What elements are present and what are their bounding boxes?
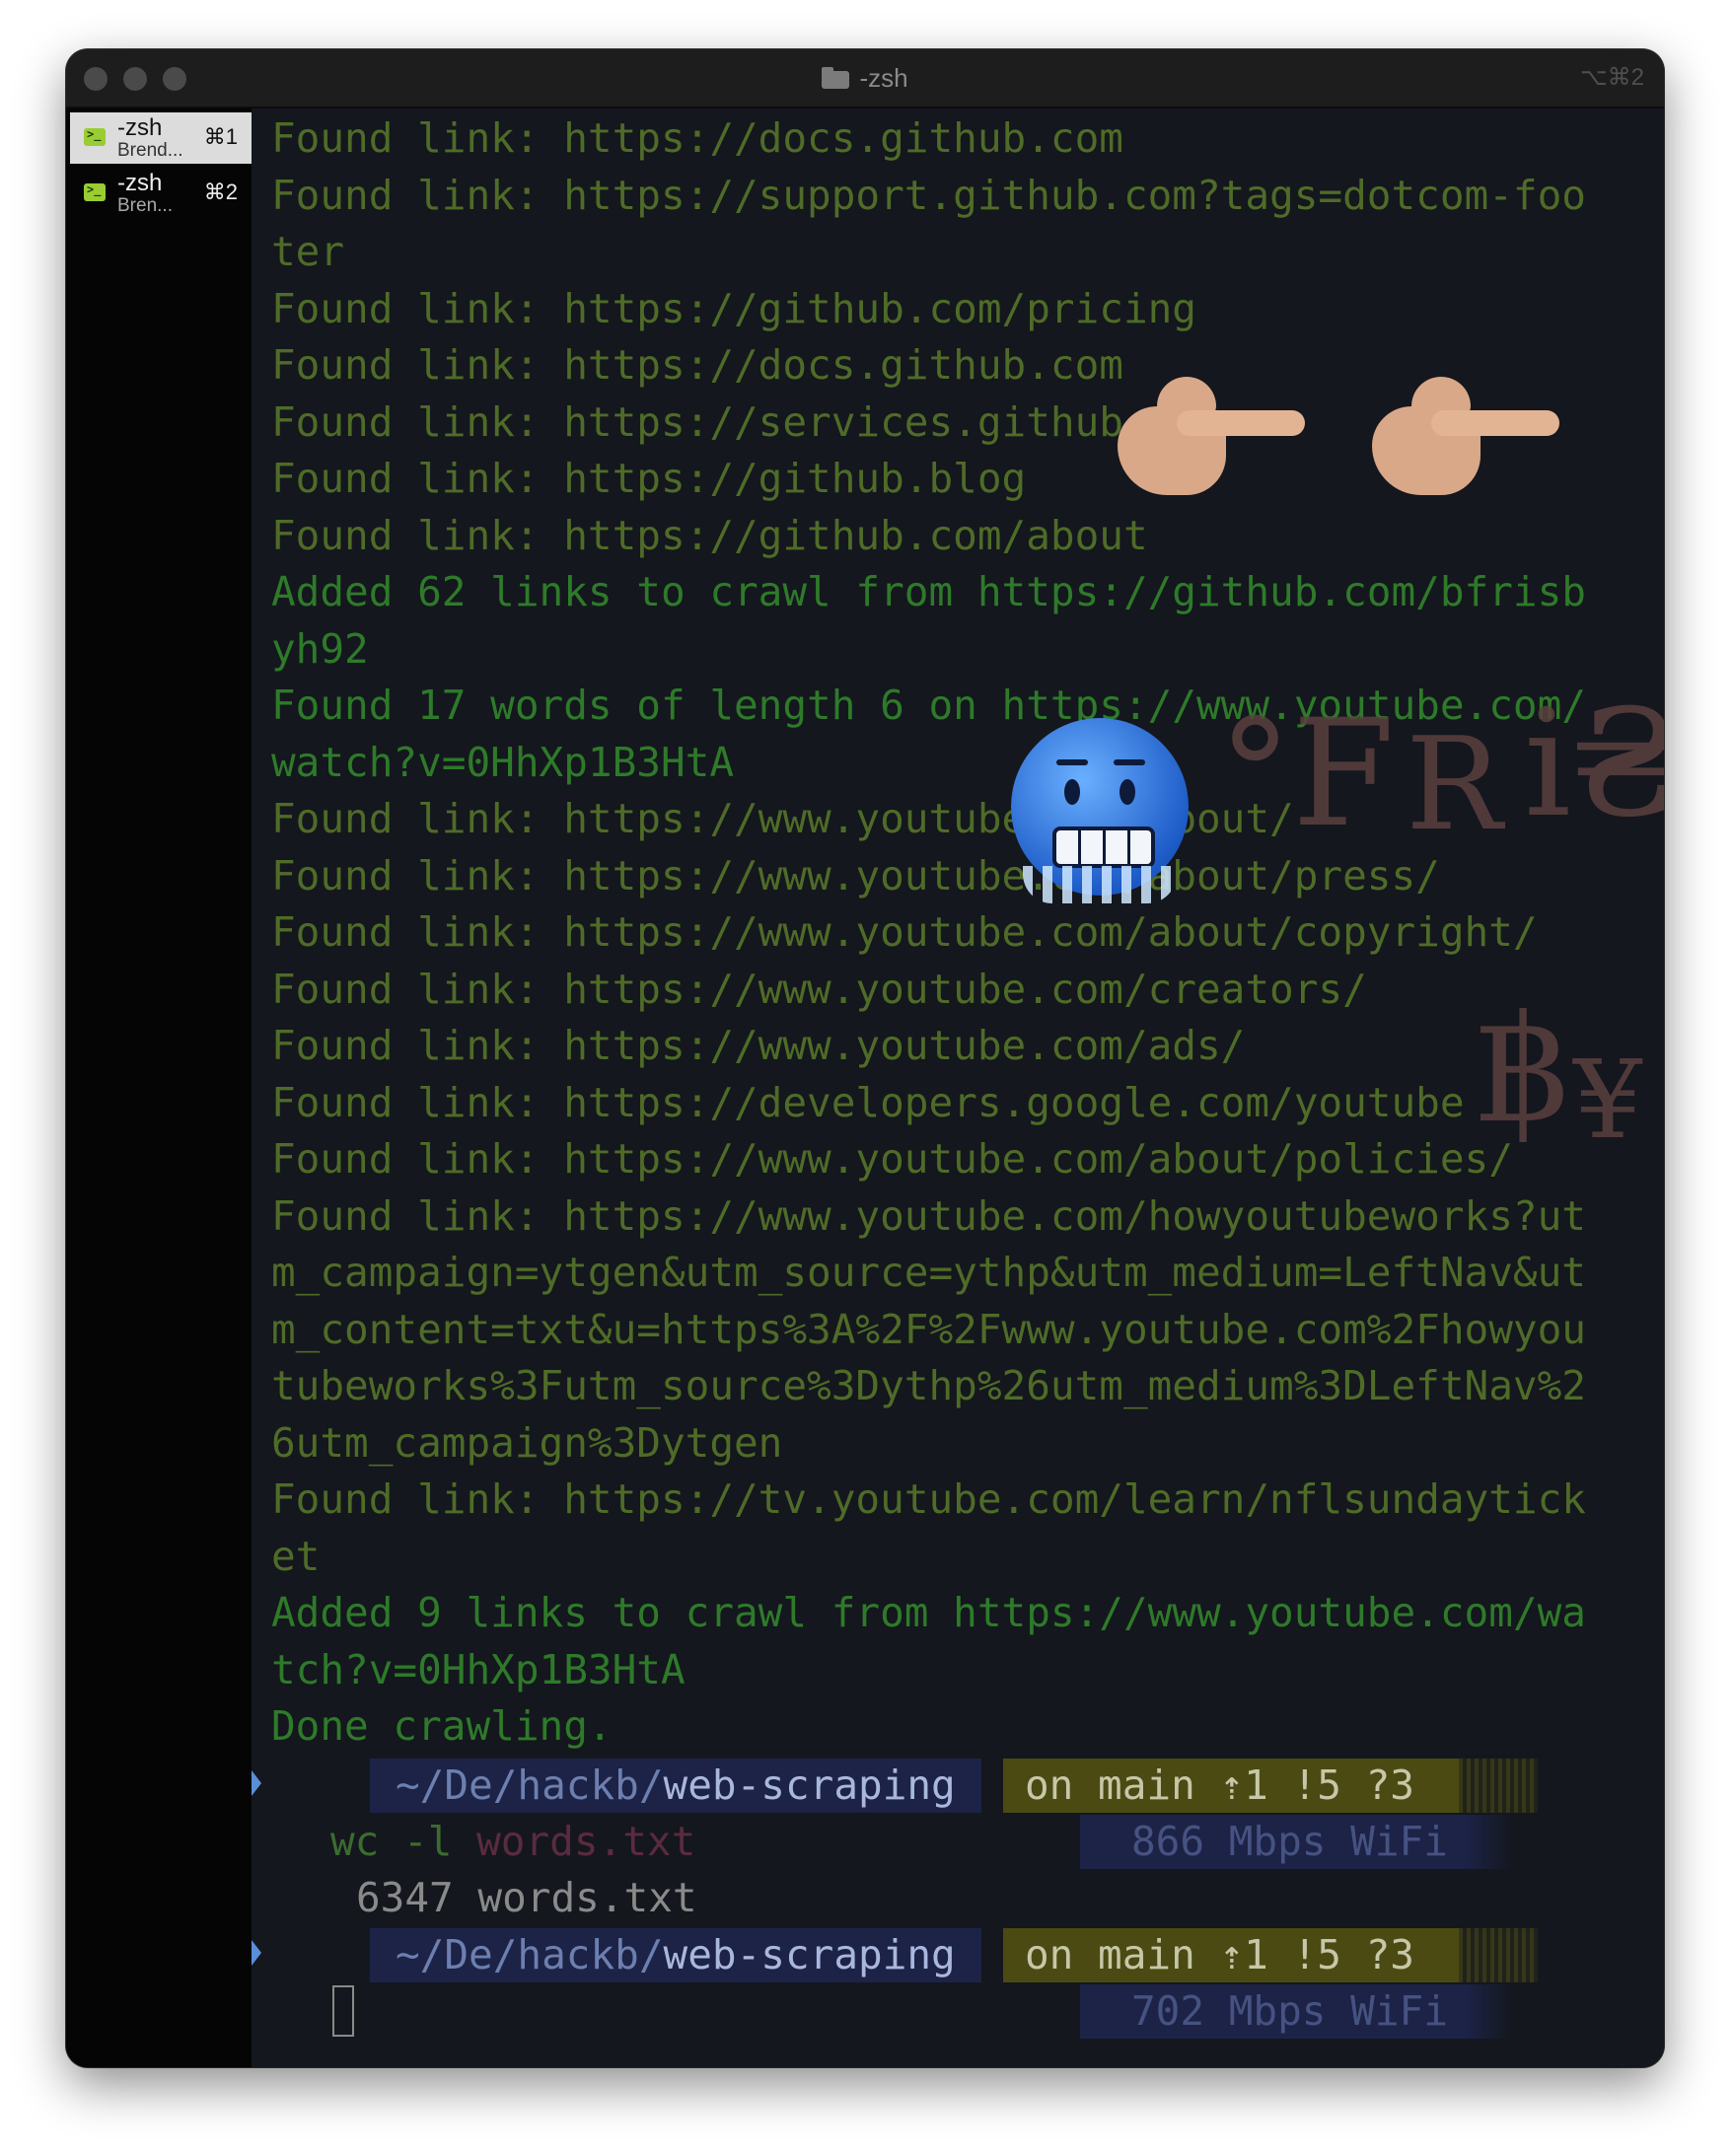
tab-1[interactable]: -zsh Brend... ⌘1 <box>70 112 252 164</box>
terminal-output: Found link: https://docs.github.com Found… <box>271 110 1664 1756</box>
tab-subtitle: Bren... <box>117 195 173 216</box>
terminal-line: Found link: https://www.youtube.com/howy… <box>271 1191 1586 1240</box>
terminal-line: tch?v=0HhXp1B3HtA <box>271 1645 686 1693</box>
prompt-path: ~/De/hackb/web-scraping <box>370 1759 981 1813</box>
terminal-line: m_campaign=ytgen&utm_source=ythp&utm_med… <box>271 1249 1586 1296</box>
tab-shortcut: ⌘2 <box>203 180 238 204</box>
folder-icon <box>822 67 850 89</box>
prompt-segment-fade <box>1459 1759 1538 1813</box>
prompt-segment-fade <box>1465 1984 1514 2039</box>
terminal-line: Found link: https://github.com/about <box>271 511 1148 559</box>
terminal-line: Found link: https://www.youtube.com/abou… <box>271 908 1538 956</box>
tab-name: -zsh <box>117 170 163 196</box>
terminal-line: Found link: https://support.github.com?t… <box>271 171 1586 219</box>
window-title: -zsh <box>66 49 1664 107</box>
prompt-git-status: on main ⇡1 !5 ?3 <box>1003 1759 1459 1813</box>
tab-2[interactable]: -zsh Bren... ⌘2 <box>70 168 252 219</box>
terminal-line: Found link: https://github.blog <box>271 455 1027 502</box>
terminal-line: tubeworks%3Futm_source%3Dythp%26utm_medi… <box>271 1362 1586 1409</box>
terminal-line: et <box>271 1532 321 1580</box>
tab-sidebar: -zsh Brend... ⌘1 -zsh Bren... ⌘2 <box>66 108 252 2067</box>
terminal-icon <box>84 127 106 146</box>
tab-subtitle: Brend... <box>117 140 183 161</box>
terminal-line: 6utm_campaign%3Dytgen <box>271 1418 783 1467</box>
terminal-line: Found link: https://www.youtube.com/abou… <box>271 1135 1513 1183</box>
terminal-line: Found link: https://developers.google.co… <box>271 1078 1465 1126</box>
window-title-text: -zsh <box>859 62 908 93</box>
prompt-git-status: on main ⇡1 !5 ?3 <box>1003 1928 1459 1982</box>
prompt-segment-fade <box>1465 1815 1514 1869</box>
tab-name: -zsh <box>117 114 163 141</box>
terminal-line: Added 9 links to crawl from https://www.… <box>271 1589 1586 1636</box>
terminal-line: yh92 <box>271 624 369 673</box>
command-line: wc -l words.txt 866 Mbps WiFi <box>252 1815 1664 1869</box>
text-cursor <box>332 1985 354 2037</box>
terminal-line: Done crawling. <box>271 1702 613 1750</box>
prompt-line: ~/De/hackb/web-scraping on main ⇡1 !5 ?3 <box>252 1759 1664 1813</box>
network-status: 702 Mbps WiFi <box>1080 1984 1465 2039</box>
terminal-line: Found 17 words of length 6 on https://ww… <box>271 682 1586 729</box>
command-text: wc -l words.txt <box>330 1818 696 1865</box>
terminal-line: Found link: https://github.com/pricing <box>271 284 1196 332</box>
prompt-segment-fade <box>1459 1928 1538 1982</box>
command-output: 6347 words.txt <box>356 1874 697 1921</box>
tab-shortcut: ⌘1 <box>203 124 238 149</box>
terminal-line: Found link: https://tv.youtube.com/learn… <box>271 1475 1586 1523</box>
prompt-path: ~/De/hackb/web-scraping <box>370 1928 981 1982</box>
prompt-arrow-icon <box>252 1940 261 1966</box>
terminal-icon <box>84 182 106 201</box>
terminal-line: Found link: https://www.youtube.com/crea… <box>271 965 1367 1013</box>
network-status: 866 Mbps WiFi <box>1080 1815 1465 1869</box>
terminal-line: watch?v=0HhXp1B3HtA <box>271 738 734 786</box>
terminal-line: Found link: https://www.youtube.com/abou… <box>271 795 1294 842</box>
window-shortcut: ⌥⌘2 <box>1579 64 1644 91</box>
terminal-line: ter <box>271 228 345 275</box>
command-line[interactable]: 702 Mbps WiFi <box>252 1984 1664 2039</box>
terminal-line: Found link: https://docs.github.com <box>271 341 1123 389</box>
prompt-arrow-icon <box>252 1770 261 1796</box>
terminal-line: Found link: https://docs.github.com <box>271 114 1123 162</box>
title-bar: -zsh ⌥⌘2 <box>66 49 1664 108</box>
prompt-line: ~/De/hackb/web-scraping on main ⇡1 !5 ?3 <box>252 1928 1664 1982</box>
terminal-line: Found link: https://services.github.com <box>271 397 1221 446</box>
terminal-line: Found link: https://www.youtube.com/ads/ <box>271 1022 1246 1069</box>
terminal-line: m_content=txt&u=https%3A%2F%2Fwww.youtub… <box>271 1305 1586 1353</box>
terminal-pane[interactable]: Found link: https://docs.github.com Found… <box>252 108 1664 2067</box>
terminal-line: Added 62 links to crawl from https://git… <box>271 568 1586 615</box>
terminal-window: -zsh ⌥⌘2 -zsh Brend... ⌘1 -zsh Bren... ⌘… <box>66 49 1664 2067</box>
terminal-line: Found link: https://www.youtube.com/abou… <box>271 851 1440 899</box>
